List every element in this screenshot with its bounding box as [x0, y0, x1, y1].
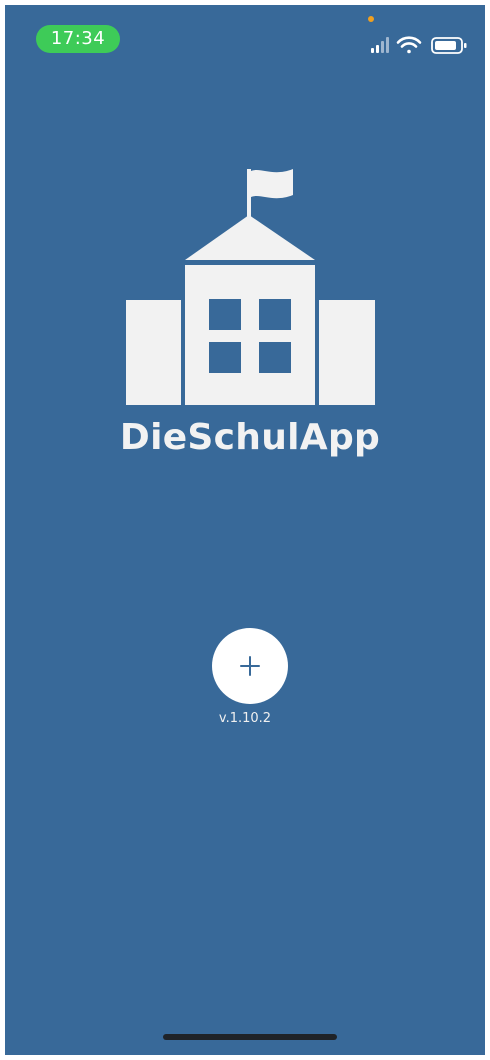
app-title: DieSchulApp — [119, 417, 381, 458]
app-screen: 17:34 DieSchulApp v.1.10.2 — [5, 5, 485, 1055]
status-time: 17:34 — [36, 25, 120, 53]
privacy-indicator-dot — [368, 16, 374, 22]
home-indicator[interactable] — [163, 1034, 337, 1040]
plus-icon — [240, 656, 260, 676]
wifi-icon — [396, 36, 422, 54]
add-button[interactable] — [212, 628, 288, 704]
cellular-signal-icon — [371, 37, 389, 53]
app-version: v.1.10.2 — [218, 711, 272, 726]
school-building-icon — [126, 169, 375, 405]
battery-icon — [431, 37, 467, 54]
status-icons — [365, 35, 475, 55]
